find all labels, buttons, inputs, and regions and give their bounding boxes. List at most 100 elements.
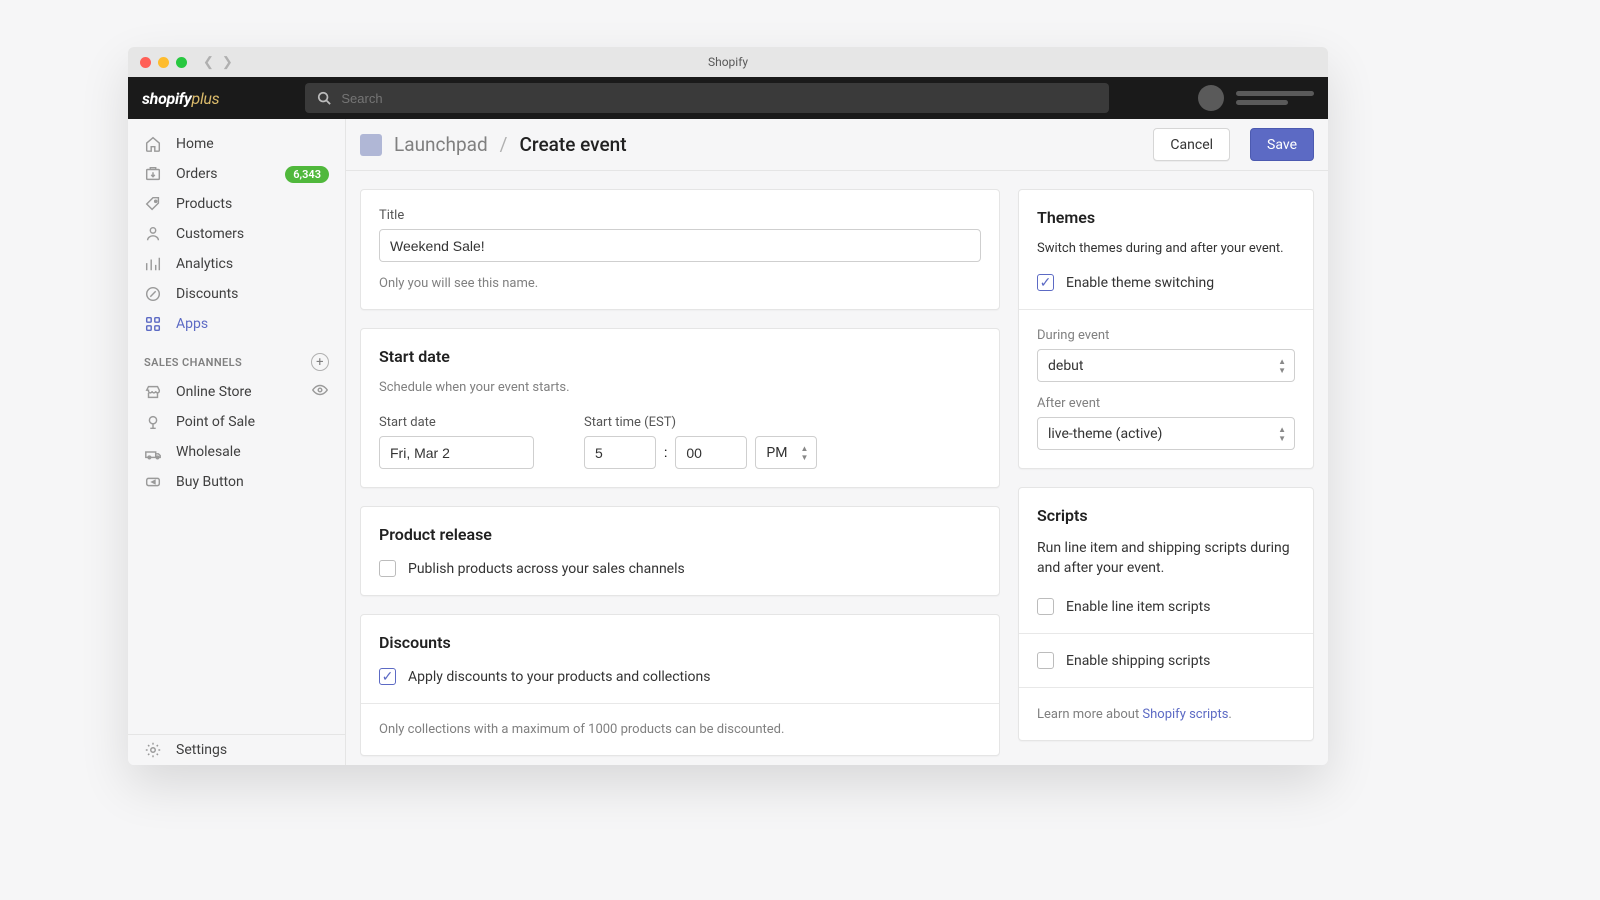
discounts-heading: Discounts [379, 633, 981, 652]
enable-theme-switching-row[interactable]: ✓ Enable theme switching [1037, 274, 1295, 291]
enable-theme-switching-label: Enable theme switching [1066, 275, 1214, 291]
start-minute-input[interactable] [675, 436, 747, 469]
start-date-label: Start date [379, 415, 534, 430]
sidebar-item-label: Home [176, 136, 329, 152]
user-name-placeholder [1236, 91, 1314, 105]
scripts-card: Scripts Run line item and shipping scrip… [1018, 487, 1314, 741]
sidebar-section-title: SALES CHANNELS [144, 356, 242, 369]
apply-discounts-label: Apply discounts to your products and col… [408, 669, 710, 685]
sidebar-item-label: Online Store [176, 384, 297, 400]
sidebar-item-label: Point of Sale [176, 414, 329, 430]
enable-theme-switching-checkbox[interactable]: ✓ [1037, 274, 1054, 291]
discounts-card: Discounts ✓ Apply discounts to your prod… [360, 614, 1000, 756]
start-date-input[interactable] [379, 436, 534, 469]
ampm-select[interactable]: PM ▲▼ [755, 436, 817, 469]
sidebar-item-label: Customers [176, 226, 329, 242]
during-event-select[interactable]: debut ▲▼ [1037, 349, 1295, 382]
title-label: Title [379, 208, 981, 223]
preview-icon[interactable] [311, 381, 329, 403]
sidebar: Home Orders 6,343 Products Customers Ana… [128, 119, 346, 765]
search-input[interactable] [341, 91, 1097, 106]
title-input[interactable] [379, 229, 981, 262]
sidebar-item-settings[interactable]: Settings [128, 735, 345, 765]
avatar [1198, 85, 1224, 111]
sidebar-channel-buy-button[interactable]: Buy Button [128, 467, 345, 497]
start-time-label: Start time (EST) [584, 415, 817, 430]
sidebar-section-sales-channels: SALES CHANNELS + [128, 339, 345, 377]
breadcrumb-app[interactable]: Launchpad [394, 133, 488, 156]
save-button[interactable]: Save [1250, 128, 1314, 161]
title-hint: Only you will see this name. [379, 276, 981, 291]
apply-discounts-checkbox-row[interactable]: ✓ Apply discounts to your products and c… [379, 668, 981, 685]
enable-shipping-scripts-row[interactable]: Enable shipping scripts [1037, 652, 1295, 669]
sidebar-item-label: Discounts [176, 286, 329, 302]
gear-icon [144, 741, 162, 759]
logo-name: shopify [142, 89, 192, 108]
sidebar-item-label: Wholesale [176, 444, 329, 460]
after-event-label: After event [1037, 396, 1295, 411]
sidebar-channel-pos[interactable]: Point of Sale [128, 407, 345, 437]
logo-suffix: plus [192, 89, 220, 108]
after-event-select[interactable]: live-theme (active) ▲▼ [1037, 417, 1295, 450]
main-column: Title Only you will see this name. Start… [360, 189, 1000, 765]
title-card: Title Only you will see this name. [360, 189, 1000, 310]
sidebar-item-label: Buy Button [176, 474, 329, 490]
apps-icon [144, 315, 162, 333]
main: Launchpad / Create event Cancel Save Tit… [346, 119, 1328, 765]
launchpad-app-icon [360, 134, 382, 156]
pos-icon [144, 413, 162, 431]
start-date-card: Start date Schedule when your event star… [360, 328, 1000, 488]
product-release-heading: Product release [379, 525, 981, 544]
sidebar-channel-online-store[interactable]: Online Store [128, 377, 345, 407]
search-icon [317, 91, 331, 105]
enable-lineitem-scripts-checkbox[interactable] [1037, 598, 1054, 615]
sidebar-item-orders[interactable]: Orders 6,343 [128, 159, 345, 189]
sidebar-item-label: Orders [176, 166, 271, 182]
side-column: Themes Switch themes during and after yo… [1018, 189, 1314, 765]
publish-products-checkbox-row[interactable]: Publish products across your sales chann… [379, 560, 981, 577]
sidebar-channel-wholesale[interactable]: Wholesale [128, 437, 345, 467]
ampm-value: PM [766, 445, 787, 461]
orders-icon [144, 165, 162, 183]
apply-discounts-checkbox[interactable]: ✓ [379, 668, 396, 685]
sidebar-item-customers[interactable]: Customers [128, 219, 345, 249]
scripts-heading: Scripts [1037, 506, 1295, 525]
discounts-icon [144, 285, 162, 303]
sidebar-item-analytics[interactable]: Analytics [128, 249, 345, 279]
analytics-icon [144, 255, 162, 273]
themes-card: Themes Switch themes during and after yo… [1018, 189, 1314, 469]
sidebar-item-label: Settings [176, 742, 329, 758]
wholesale-icon [144, 443, 162, 461]
sidebar-item-apps[interactable]: Apps [128, 309, 345, 339]
start-hour-input[interactable] [584, 436, 656, 469]
sidebar-item-discounts[interactable]: Discounts [128, 279, 345, 309]
sidebar-item-products[interactable]: Products [128, 189, 345, 219]
enable-shipping-scripts-label: Enable shipping scripts [1066, 653, 1210, 669]
enable-lineitem-scripts-row[interactable]: Enable line item scripts [1037, 598, 1295, 615]
sidebar-item-home[interactable]: Home [128, 129, 345, 159]
scripts-desc: Run line item and shipping scripts durin… [1037, 539, 1295, 578]
product-release-card: Product release Publish products across … [360, 506, 1000, 596]
time-colon: : [664, 445, 667, 461]
home-icon [144, 135, 162, 153]
orders-badge: 6,343 [285, 166, 329, 183]
sidebar-item-label: Products [176, 196, 329, 212]
breadcrumb-current: Create event [520, 133, 627, 156]
start-date-heading: Start date [379, 347, 981, 366]
content: Title Only you will see this name. Start… [346, 171, 1328, 765]
sidebar-item-label: Apps [176, 316, 329, 332]
app-window: ❮ ❯ Shopify shopifyplus Home Orders [128, 47, 1328, 765]
shopify-scripts-link[interactable]: Shopify scripts [1142, 707, 1228, 722]
discounts-hint: Only collections with a maximum of 1000 … [379, 722, 981, 737]
add-channel-button[interactable]: + [311, 353, 329, 371]
window-title: Shopify [128, 55, 1328, 69]
search-box[interactable] [305, 83, 1109, 113]
cancel-button[interactable]: Cancel [1153, 128, 1230, 161]
customers-icon [144, 225, 162, 243]
publish-products-checkbox[interactable] [379, 560, 396, 577]
chevron-updown-icon: ▲▼ [1278, 425, 1286, 443]
during-event-value: debut [1048, 358, 1083, 374]
enable-shipping-scripts-checkbox[interactable] [1037, 652, 1054, 669]
after-event-value: live-theme (active) [1048, 426, 1162, 442]
user-menu[interactable] [1198, 85, 1314, 111]
